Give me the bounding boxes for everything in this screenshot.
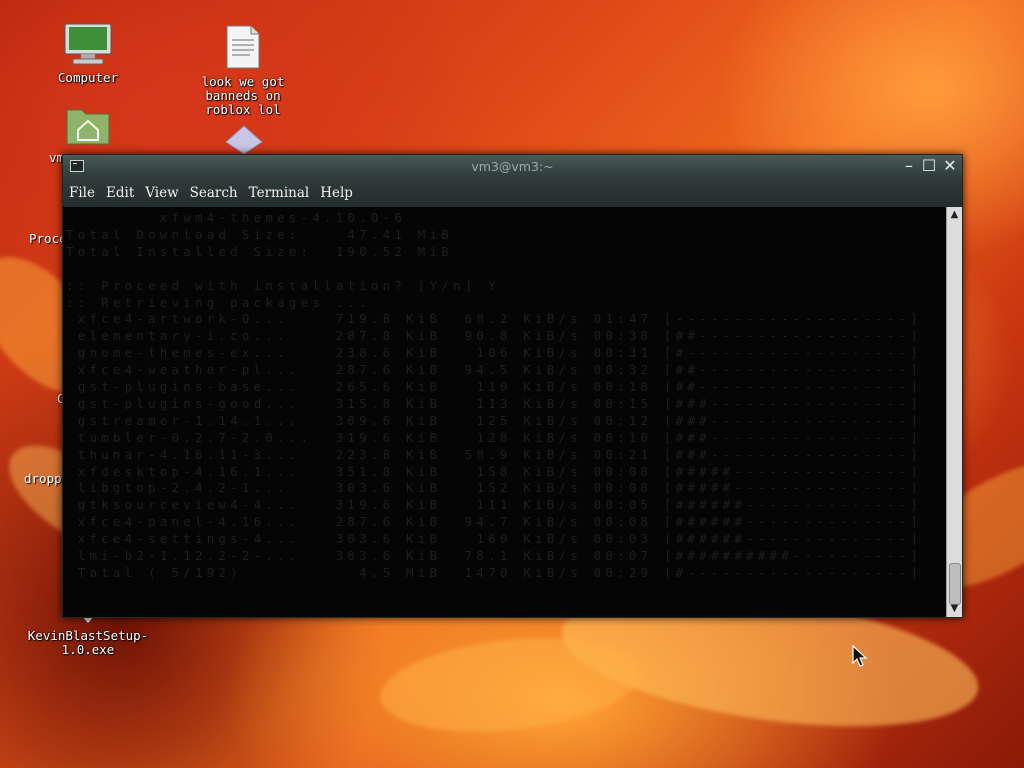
window-titlebar[interactable]: vm3@vm3:~ – ☐ ✕ bbox=[63, 155, 962, 179]
menu-search[interactable]: Search bbox=[190, 185, 238, 201]
desktop-icon-shortcut[interactable] bbox=[224, 124, 264, 157]
mouse-cursor-icon bbox=[852, 645, 868, 667]
terminal-line: xfdesktop-4.16.1... 351.8 KiB 158 KiB/s … bbox=[66, 463, 945, 479]
scrollbar-thumb[interactable] bbox=[949, 563, 961, 605]
terminal-line: gstreamer-1.14.1... 309.6 KiB 125 KiB/s … bbox=[66, 412, 945, 428]
terminal-line: gst-plugins-base... 265.6 KiB 110 KiB/s … bbox=[66, 379, 945, 394]
terminal-window[interactable]: vm3@vm3:~ – ☐ ✕ File Edit View Search Te… bbox=[62, 154, 963, 618]
terminal-line: Total ( 5/192) 4.5 MiB 1470 KiB/s 00:29 … bbox=[66, 564, 945, 580]
desktop-icon-file[interactable]: look we got banneds on roblox lol bbox=[188, 24, 298, 117]
desktop-icon-label-partial: Proce bbox=[29, 231, 67, 246]
terminal-output[interactable]: xfwm4-themes-4.10.0-6 Total Download Size… bbox=[63, 207, 945, 617]
home-folder-icon bbox=[66, 109, 110, 145]
terminal-line: thunar-4.16.11-3... 223.8 KiB 58.9 KiB/s… bbox=[66, 446, 945, 462]
menu-file[interactable]: File bbox=[69, 185, 95, 201]
computer-icon bbox=[64, 23, 112, 65]
scrollbar[interactable]: ▲ ▼ bbox=[946, 207, 962, 617]
desktop-icon-label: Computer bbox=[57, 70, 119, 85]
desktop-icon-label: look we got banneds on roblox lol bbox=[201, 74, 285, 117]
scroll-up-arrow-icon[interactable]: ▲ bbox=[947, 209, 962, 221]
terminal-line: xfce4-panel-4.16... 287.6 KiB 94.7 KiB/s… bbox=[66, 514, 945, 530]
maximize-button[interactable]: ☐ bbox=[920, 157, 938, 175]
window-title: vm3@vm3:~ bbox=[471, 159, 554, 174]
close-button[interactable]: ✕ bbox=[941, 157, 959, 175]
desktop-icon-home[interactable] bbox=[33, 104, 143, 149]
menu-help[interactable]: Help bbox=[320, 185, 353, 201]
terminal-line: xfce4-settings-4... 303.6 KiB 160 KiB/s … bbox=[66, 531, 945, 547]
desktop-icon-label: KevinBlastSetup-1.0.exe bbox=[27, 628, 149, 657]
minimize-button[interactable]: – bbox=[900, 157, 918, 175]
terminal-line: :: Proceed with installation? [Y/n] Y bbox=[66, 277, 500, 293]
terminal-icon[interactable] bbox=[70, 160, 84, 172]
text-file-icon bbox=[226, 25, 260, 69]
menu-edit[interactable]: Edit bbox=[106, 185, 134, 201]
terminal-line: gst-plugins-good... 315.8 KiB 113 KiB/s … bbox=[66, 395, 945, 411]
wallpaper-petal bbox=[376, 626, 644, 744]
terminal-line: xfce4-weather-pl... 287.6 KiB 94.5 KiB/s… bbox=[66, 362, 945, 378]
terminal-line: Total Installed Size: 190.52 MiB bbox=[66, 243, 453, 259]
terminal-line: gtksourceview4-4... 319.6 KiB 111 KiB/s … bbox=[66, 497, 945, 513]
desktop-icon-setup[interactable]: KevinBlastSetup-1.0.exe bbox=[22, 612, 154, 657]
terminal-line: lmi-b2-1.12.2-2-... 303.6 KiB 78.1 KiB/s… bbox=[66, 548, 945, 563]
terminal-line: xfce4-artwork-0... 719.8 KiB 68.2 KiB/s … bbox=[66, 311, 945, 327]
menu-view[interactable]: View bbox=[145, 185, 178, 201]
terminal-line: libgtop-2.4.2-1... 303.6 KiB 152 KiB/s 0… bbox=[66, 480, 945, 496]
terminal-line: xfwm4-themes-4.10.0-6 bbox=[66, 210, 407, 225]
terminal-line: elementary-i.co... 287.8 KiB 90.8 KiB/s … bbox=[66, 328, 945, 344]
scroll-down-arrow-icon[interactable]: ▼ bbox=[947, 603, 962, 615]
terminal-line: gnome-themes-ex... 238.6 KiB 106 KiB/s 0… bbox=[66, 345, 945, 361]
desktop-icon-computer[interactable]: Computer bbox=[33, 22, 143, 85]
terminal-line: :: Retrieving packages ... bbox=[66, 294, 371, 310]
desktop-icon-label-partial: dropp bbox=[24, 471, 62, 486]
terminal-line: tumbler-0.2.7-2.0... 319.6 KiB 128 KiB/s… bbox=[66, 429, 945, 445]
diamond-icon bbox=[225, 125, 263, 155]
menu-bar: File Edit View Search Terminal Help bbox=[63, 179, 962, 207]
terminal-line: Total Download Size: 47.41 MiB bbox=[66, 226, 453, 242]
menu-terminal[interactable]: Terminal bbox=[249, 185, 310, 201]
